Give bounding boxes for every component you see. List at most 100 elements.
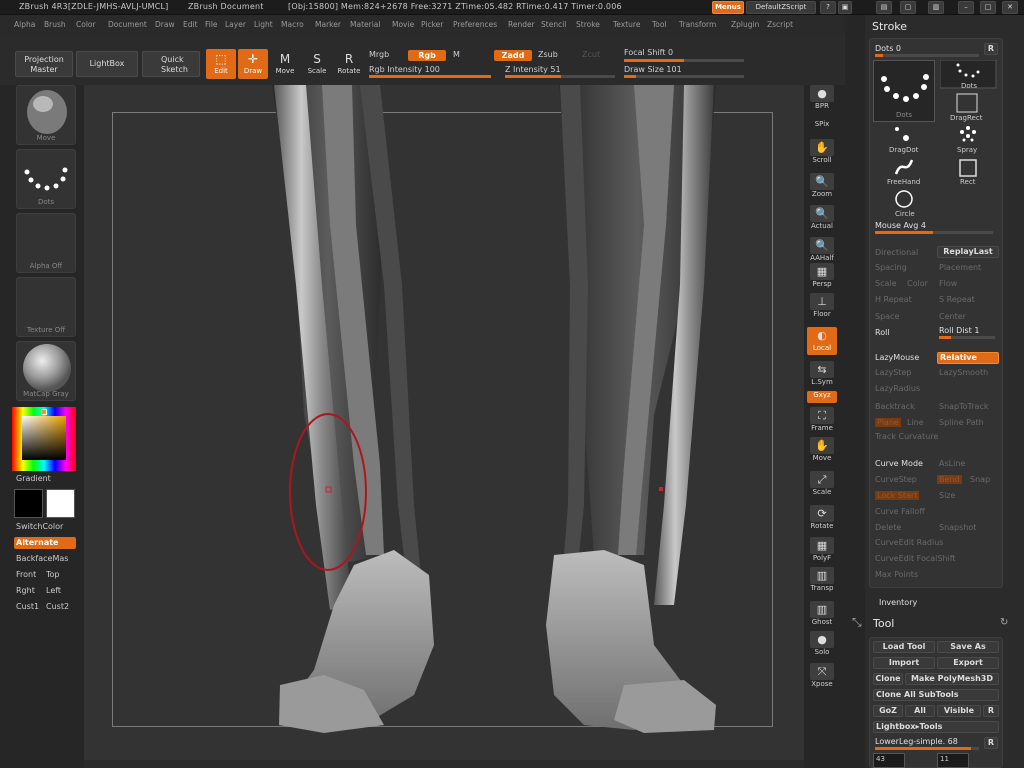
front-view-button[interactable]: Front xyxy=(16,570,36,579)
curveedit-focalshift-slider[interactable]: CurveEdit FocalShift xyxy=(875,554,956,563)
rgb-intensity-slider[interactable] xyxy=(369,75,491,78)
mrgb-button[interactable]: Mrgb xyxy=(369,50,389,59)
stroke-type-dots-small[interactable]: Dots xyxy=(961,82,977,90)
canvas-bottom-scroll[interactable] xyxy=(84,760,804,768)
mouse-avg-label[interactable]: Mouse Avg 4 xyxy=(875,221,926,230)
menu-texture[interactable]: Texture xyxy=(613,20,640,29)
line-button[interactable]: Line xyxy=(907,418,924,427)
max-points-slider[interactable]: Max Points xyxy=(875,570,918,579)
shelf-gxyz-button[interactable]: Gxyz xyxy=(807,391,837,403)
menu-marker[interactable]: Marker xyxy=(315,20,341,29)
color-picker-square[interactable] xyxy=(22,416,66,460)
cust2-button[interactable]: Cust2 xyxy=(46,602,69,611)
draw-size-slider[interactable] xyxy=(624,75,744,78)
stroke-panel-title[interactable]: Stroke xyxy=(872,20,907,33)
shelf-frame-button[interactable]: ⛶ Frame xyxy=(807,407,837,435)
stroke-thumbnail[interactable]: Dots xyxy=(16,149,76,209)
tool-thumbnail-a[interactable]: 43 xyxy=(873,753,905,768)
shelf-move-button[interactable]: ✋ Move xyxy=(807,437,837,465)
placement-slider[interactable]: Placement xyxy=(939,263,981,272)
color-picker[interactable] xyxy=(12,407,76,471)
snap-button[interactable]: Snap xyxy=(970,475,990,484)
shelf-transp-button[interactable]: ▥ Transp xyxy=(807,567,837,595)
layout-icon[interactable]: ▤ xyxy=(876,1,892,14)
zcut-button[interactable]: Zcut xyxy=(582,50,600,59)
import-button[interactable]: Import xyxy=(873,657,935,669)
spline-path-button[interactable]: Spline Path xyxy=(939,418,984,427)
clone-all-subtools-button[interactable]: Clone All SubTools xyxy=(873,689,999,701)
shelf-zoom-button[interactable]: 🔍 Zoom xyxy=(807,173,837,201)
goz-r-button[interactable]: R xyxy=(983,705,999,717)
document-canvas[interactable] xyxy=(84,85,804,760)
spacing-slider[interactable]: Spacing xyxy=(875,263,907,272)
shelf-aahalf-button[interactable]: 🔍 AAHalf xyxy=(807,237,837,265)
current-tool-r-button[interactable]: R xyxy=(984,737,998,749)
zadd-button[interactable]: Zadd xyxy=(494,50,532,61)
lock-start-button[interactable]: Lock Start xyxy=(875,491,920,500)
alternate-button[interactable]: Alternate xyxy=(14,537,76,549)
curveedit-radius-slider[interactable]: CurveEdit Radius xyxy=(875,538,943,547)
track-curvature-slider[interactable]: Track Curvature xyxy=(875,432,938,441)
menu-draw[interactable]: Draw xyxy=(155,20,175,29)
menu-layer[interactable]: Layer xyxy=(225,20,246,29)
flow-slider[interactable]: Flow xyxy=(939,279,957,288)
curvestep-slider[interactable]: CurveStep xyxy=(875,475,917,484)
shelf-bpr-button[interactable]: ● BPR xyxy=(807,85,837,113)
lock-icon[interactable]: ▥ xyxy=(928,1,944,14)
shelf-actual-button[interactable]: 🔍 Actual xyxy=(807,205,837,233)
gradient-label[interactable]: Gradient xyxy=(16,474,51,483)
z-intensity-label[interactable]: Z Intensity 51 xyxy=(505,65,561,74)
projection-master-button[interactable]: Projection Master xyxy=(15,51,73,77)
quick-sketch-button[interactable]: Quick Sketch xyxy=(142,51,200,77)
menu-render[interactable]: Render xyxy=(508,20,535,29)
menu-alpha[interactable]: Alpha xyxy=(14,20,35,29)
lazyradius-slider[interactable]: LazyRadius xyxy=(875,384,920,393)
scale-slider[interactable]: Scale xyxy=(875,279,897,288)
move-mode-button[interactable]: M Move xyxy=(270,49,300,79)
maximize-icon[interactable]: □ xyxy=(980,1,996,14)
stroke-type-rect[interactable]: Rect xyxy=(960,178,975,186)
menu-stroke[interactable]: Stroke xyxy=(576,20,600,29)
curve-mode-button[interactable]: Curve Mode xyxy=(875,459,923,468)
asline-button[interactable]: AsLine xyxy=(939,459,965,468)
tool-thumbnail-b[interactable]: 11 xyxy=(937,753,969,768)
menu-preferences[interactable]: Preferences xyxy=(453,20,497,29)
plane-button[interactable]: Plane xyxy=(875,418,901,427)
shelf-scroll-button[interactable]: ✋ Scroll xyxy=(807,139,837,167)
directional-button[interactable]: Directional xyxy=(875,248,918,257)
curve-falloff-button[interactable]: Curve Falloff xyxy=(875,507,925,516)
goz-all-button[interactable]: All xyxy=(905,705,935,717)
load-tool-button[interactable]: Load Tool xyxy=(873,641,935,653)
menu-edit[interactable]: Edit xyxy=(183,20,198,29)
default-zscript-button[interactable]: DefaultZScript xyxy=(746,1,816,14)
material-thumbnail[interactable]: MatCap Gray xyxy=(16,341,76,401)
roll-dist-label[interactable]: Roll Dist 1 xyxy=(939,326,979,335)
brush-thumbnail[interactable]: Move xyxy=(16,85,76,145)
lazysmooth-slider[interactable]: LazySmooth xyxy=(939,368,988,377)
switchcolor-button[interactable]: SwitchColor xyxy=(16,522,63,531)
replaylast-button[interactable]: ReplayLast xyxy=(937,246,999,258)
rotate-mode-button[interactable]: R Rotate xyxy=(334,49,364,79)
dots-slider[interactable] xyxy=(875,54,979,57)
goz-button[interactable]: GoZ xyxy=(873,705,903,717)
menu-picker[interactable]: Picker xyxy=(421,20,443,29)
tool-panel-title[interactable]: Tool xyxy=(873,617,894,630)
shelf-local-button[interactable]: ◐ Local xyxy=(807,327,837,355)
shelf-solo-button[interactable]: ● Solo xyxy=(807,631,837,659)
backface-mask-button[interactable]: BackfaceMas xyxy=(16,554,68,563)
stroke-type-circle[interactable]: Circle xyxy=(895,210,915,218)
s-repeat-slider[interactable]: S Repeat xyxy=(939,295,975,304)
focal-shift-slider[interactable] xyxy=(624,59,744,62)
alpha-thumbnail[interactable]: Alpha Off xyxy=(16,213,76,273)
tool-refresh-icon[interactable]: ↻ xyxy=(1000,617,1008,628)
menu-color[interactable]: Color xyxy=(76,20,96,29)
current-tool-slider[interactable]: LowerLeg-simple. 68 xyxy=(875,737,958,746)
left-view-button[interactable]: Left xyxy=(46,586,61,595)
export-button[interactable]: Export xyxy=(937,657,999,669)
zsub-button[interactable]: Zsub xyxy=(538,50,558,59)
shelf-spix-button[interactable]: SPix xyxy=(807,120,837,132)
shelf-persp-button[interactable]: ▦ Persp xyxy=(807,263,837,291)
shelf-xpose-button[interactable]: ⤧ Xpose xyxy=(807,663,837,691)
shelf-scale-button[interactable]: ⤢ Scale xyxy=(807,471,837,499)
lightbox-button[interactable]: LightBox xyxy=(76,51,138,77)
